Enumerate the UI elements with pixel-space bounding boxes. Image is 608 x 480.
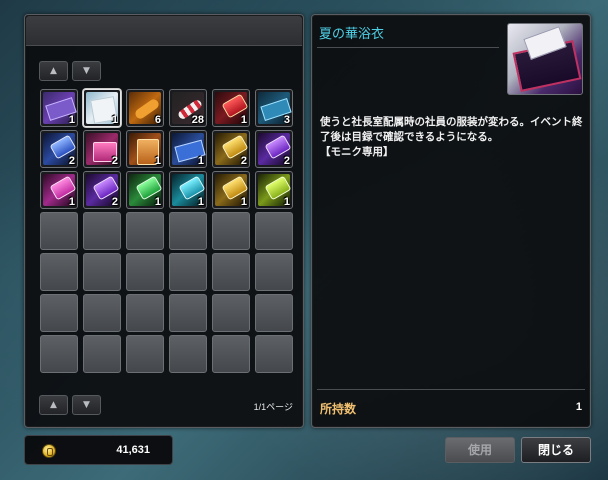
inventory-slot-item[interactable]: 1 (212, 171, 250, 209)
item-quantity: 28 (191, 114, 204, 126)
inventory-slot-empty[interactable] (255, 335, 293, 373)
item-quantity: 1 (111, 114, 118, 126)
inventory-slot-empty[interactable] (83, 212, 121, 250)
owned-count-label: 所持数 (320, 402, 357, 416)
inventory-slot-item[interactable]: 1 (40, 89, 78, 127)
item-description: 使うと社長室配属時の社員の服装が変わる。イベント終了後は目録で確認できるようにな… (320, 116, 583, 158)
inventory-slot-empty[interactable] (169, 253, 207, 291)
inventory-slot-item[interactable]: 1 (255, 171, 293, 209)
page-indicator: 1/1ページ (253, 402, 293, 412)
inventory-slot-item[interactable]: 1 (169, 130, 207, 168)
inventory-slot-empty[interactable] (126, 212, 164, 250)
inventory-slot-item[interactable]: 2 (255, 130, 293, 168)
item-quantity: 2 (111, 155, 118, 167)
item-quantity: 2 (68, 155, 75, 167)
page-up-button-bottom[interactable]: ▲ (39, 395, 68, 415)
item-quantity: 1 (154, 196, 161, 208)
use-button[interactable]: 使用 (445, 437, 515, 463)
inventory-slot-item[interactable]: 28 (169, 89, 207, 127)
inventory-slot-item[interactable]: 1 (212, 89, 250, 127)
coin-icon (42, 444, 56, 458)
inventory-slot-empty[interactable] (40, 294, 78, 332)
item-quantity: 1 (154, 155, 161, 167)
inventory-slot-empty[interactable] (126, 253, 164, 291)
inventory-panel: ▲ ▼ 1 1 6 28 1 3 2 2 1 1 2 2 1 2 1 1 1 1 ▲ ▼ 1/1ページ (24, 14, 304, 428)
inventory-slot-item[interactable]: 1 (126, 171, 164, 209)
owned-count-value: 1 (575, 401, 582, 413)
chevron-up-icon: ▲ (50, 400, 57, 410)
item-quantity: 3 (283, 114, 290, 126)
inventory-slot-empty[interactable] (212, 212, 250, 250)
page-up-button[interactable]: ▲ (39, 61, 68, 81)
page-down-button-bottom[interactable]: ▼ (72, 395, 101, 415)
title-divider (317, 47, 499, 48)
inventory-slot-item[interactable]: 2 (83, 130, 121, 168)
inventory-slot-empty[interactable] (255, 253, 293, 291)
item-quantity: 2 (240, 155, 247, 167)
inventory-slot-item[interactable]: 1 (126, 130, 164, 168)
item-quantity: 1 (68, 196, 75, 208)
item-quantity: 1 (197, 196, 204, 208)
inventory-header (26, 16, 302, 46)
inventory-slot-empty[interactable] (126, 335, 164, 373)
owned-divider (317, 389, 585, 390)
inventory-slot-empty[interactable] (169, 335, 207, 373)
inventory-slot-empty[interactable] (212, 294, 250, 332)
item-quantity: 1 (197, 155, 204, 167)
page-down-button[interactable]: ▼ (72, 61, 101, 81)
inventory-slot-item[interactable]: 2 (212, 130, 250, 168)
inventory-slot-empty[interactable] (255, 212, 293, 250)
inventory-slot-item[interactable]: 6 (126, 89, 164, 127)
inventory-slot-item[interactable]: 1 (83, 89, 121, 127)
inventory-slot-empty[interactable] (169, 212, 207, 250)
item-quantity: 1 (240, 196, 247, 208)
inventory-slot-empty[interactable] (83, 294, 121, 332)
chevron-up-icon: ▲ (50, 66, 57, 76)
currency-display: 41,631 (24, 435, 173, 465)
inventory-slot-empty[interactable] (40, 335, 78, 373)
chevron-down-icon: ▼ (83, 66, 90, 76)
inventory-slot-item[interactable]: 3 (255, 89, 293, 127)
item-title: 夏の華浴衣 (319, 27, 385, 42)
currency-value: 41,631 (116, 444, 150, 456)
item-quantity: 1 (68, 114, 75, 126)
close-button[interactable]: 閉じる (521, 437, 591, 463)
inventory-slot-empty[interactable] (212, 253, 250, 291)
inventory-slot-item[interactable]: 2 (83, 171, 121, 209)
item-detail-panel: 夏の華浴衣 使うと社長室配属時の社員の服装が変わる。イベント終了後は目録で確認で… (311, 14, 591, 428)
inventory-slot-empty[interactable] (83, 335, 121, 373)
chevron-down-icon: ▼ (83, 400, 90, 410)
inventory-slot-empty[interactable] (169, 294, 207, 332)
item-quantity: 2 (283, 155, 290, 167)
item-thumbnail (507, 23, 583, 95)
item-quantity: 2 (111, 196, 118, 208)
inventory-slot-item[interactable]: 2 (40, 130, 78, 168)
item-quantity: 6 (154, 114, 161, 126)
inventory-slot-item[interactable]: 1 (40, 171, 78, 209)
inventory-slot-empty[interactable] (40, 212, 78, 250)
inventory-slot-empty[interactable] (255, 294, 293, 332)
inventory-slot-empty[interactable] (212, 335, 250, 373)
inventory-slot-empty[interactable] (40, 253, 78, 291)
item-quantity: 1 (240, 114, 247, 126)
inventory-slot-empty[interactable] (126, 294, 164, 332)
inventory-slot-empty[interactable] (83, 253, 121, 291)
item-quantity: 1 (283, 196, 290, 208)
inventory-slot-item[interactable]: 1 (169, 171, 207, 209)
